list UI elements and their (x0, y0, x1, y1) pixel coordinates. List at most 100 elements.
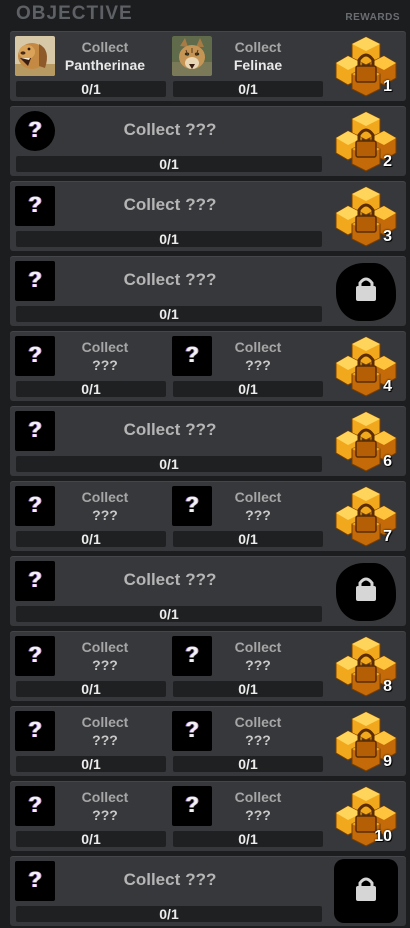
progress-bar: 0/1 (173, 81, 323, 97)
progress-text: 0/1 (159, 606, 179, 622)
reward-number: 6 (383, 453, 392, 470)
objective-verb: Collect (123, 120, 181, 139)
objective-header: OBJECTIVE REWARDS (0, 0, 410, 30)
reward-chest[interactable]: 6 (334, 409, 398, 473)
reward-chest[interactable]: 2 (334, 109, 398, 173)
objective-verb: Collect (81, 339, 129, 355)
objective-verb: Collect (123, 870, 181, 889)
progress-bar: 0/1 (16, 606, 322, 622)
objective-row[interactable]: ? Collect??? 0/1 3 (10, 181, 406, 251)
unknown-creature-thumbnail: ? (15, 411, 55, 451)
progress-text: 0/1 (81, 681, 101, 697)
reward-chest[interactable]: 8 (334, 634, 398, 698)
unknown-creature-thumbnail: ? (15, 261, 55, 301)
objective-label: Collect??? (56, 420, 284, 440)
objective-row[interactable]: ? Collect??? 0/1 (10, 256, 406, 326)
unknown-creature-thumbnail: ? (15, 486, 55, 526)
unknown-creature-thumbnail: ? (15, 336, 55, 376)
reward-chest[interactable]: 9 (334, 709, 398, 773)
objective-target: ??? (185, 420, 217, 439)
progress-bar: 0/1 (16, 756, 166, 772)
objective-row[interactable]: ? Collect??? 0/1? Collect??? 0/1 4 (10, 331, 406, 401)
objective-label: Collect??? (56, 570, 284, 590)
question-mark-icon: ? (28, 492, 42, 517)
reward-number: 7 (383, 528, 392, 545)
objective-verb: Collect (234, 639, 282, 655)
objective-row[interactable]: ? Collect??? 0/1? Collect??? 0/1 8 (10, 631, 406, 701)
unknown-creature-thumbnail: ? (15, 111, 55, 151)
objective-verb: Collect (81, 39, 129, 55)
progress-bar: 0/1 (16, 306, 322, 322)
question-mark-icon: ? (28, 192, 42, 217)
objective-target: ??? (245, 807, 271, 823)
objective-verb: Collect (123, 420, 181, 439)
objective-verb: Collect (123, 195, 181, 214)
progress-text: 0/1 (238, 381, 258, 397)
lion-photo-thumbnail (15, 36, 55, 76)
question-mark-icon: ? (28, 792, 42, 817)
unknown-creature-thumbnail: ? (15, 861, 55, 901)
progress-bar: 0/1 (16, 381, 166, 397)
progress-bar: 0/1 (16, 231, 322, 247)
reward-number: 10 (374, 828, 392, 845)
reward-chest[interactable]: 4 (334, 334, 398, 398)
objective-label: Collect??? (50, 338, 160, 374)
objective-label: Collect??? (56, 870, 284, 890)
objective-target: ??? (185, 570, 217, 589)
reward-number: 8 (383, 678, 392, 695)
objective-row[interactable]: ? Collect??? 0/1? Collect??? 0/1 7 (10, 481, 406, 551)
objective-verb: Collect (234, 339, 282, 355)
objective-target: ??? (245, 732, 271, 748)
objective-target: ??? (245, 507, 271, 523)
objective-label: Collect??? (56, 195, 284, 215)
objective-row[interactable]: ? Collect??? 0/1? Collect??? 0/1 9 (10, 706, 406, 776)
objective-target: ??? (185, 270, 217, 289)
objective-label: Collect??? (203, 488, 313, 524)
objective-row[interactable]: ? Collect??? 0/1 6 (10, 406, 406, 476)
question-mark-icon: ? (28, 867, 42, 892)
objective-row[interactable]: ? Collect??? 0/1 (10, 856, 406, 926)
objective-verb: Collect (234, 39, 282, 55)
objective-target: ??? (92, 807, 118, 823)
locked-reward[interactable] (334, 559, 398, 623)
progress-text: 0/1 (159, 156, 179, 172)
question-mark-icon: ? (28, 117, 42, 142)
objective-verb: Collect (81, 489, 129, 505)
objective-label: Collect??? (50, 638, 160, 674)
question-mark-icon: ? (28, 417, 42, 442)
question-mark-icon: ? (28, 642, 42, 667)
locked-reward[interactable] (334, 259, 398, 323)
reward-number: 1 (383, 78, 392, 95)
objective-target: Pantherinae (64, 57, 146, 73)
objective-label: Collect Pantherinae (50, 38, 160, 74)
objective-title: OBJECTIVE (16, 3, 133, 24)
question-mark-icon: ? (28, 717, 42, 742)
objective-label: Collect??? (203, 638, 313, 674)
objective-label: Collect Felinae (203, 38, 313, 74)
locked-reward[interactable] (334, 859, 398, 923)
objective-label: Collect??? (203, 713, 313, 749)
reward-chest[interactable]: 3 (334, 184, 398, 248)
objective-target: ??? (92, 357, 118, 373)
reward-chest[interactable]: 10 (334, 784, 398, 848)
progress-text: 0/1 (81, 531, 101, 547)
objective-row[interactable]: Collect Pantherinae 0/1 Collect Felinae 0/1 … (10, 31, 406, 101)
progress-text: 0/1 (159, 231, 179, 247)
reward-number: 2 (383, 153, 392, 170)
objective-row[interactable]: ? Collect??? 0/1 2 (10, 106, 406, 176)
objective-label: Collect??? (203, 788, 313, 824)
objective-row[interactable]: ? Collect??? 0/1 (10, 556, 406, 626)
objective-label: Collect??? (203, 338, 313, 374)
objective-label: Collect??? (50, 488, 160, 524)
reward-chest[interactable]: 1 (334, 34, 398, 98)
progress-text: 0/1 (81, 381, 101, 397)
progress-bar: 0/1 (16, 456, 322, 472)
reward-chest[interactable]: 7 (334, 484, 398, 548)
progress-text: 0/1 (159, 306, 179, 322)
progress-text: 0/1 (81, 81, 101, 97)
objective-row[interactable]: ? Collect??? 0/1? Collect??? 0/1 10 (10, 781, 406, 851)
objective-target: ??? (92, 657, 118, 673)
objective-target: ??? (185, 120, 217, 139)
progress-text: 0/1 (81, 831, 101, 847)
progress-text: 0/1 (159, 906, 179, 922)
